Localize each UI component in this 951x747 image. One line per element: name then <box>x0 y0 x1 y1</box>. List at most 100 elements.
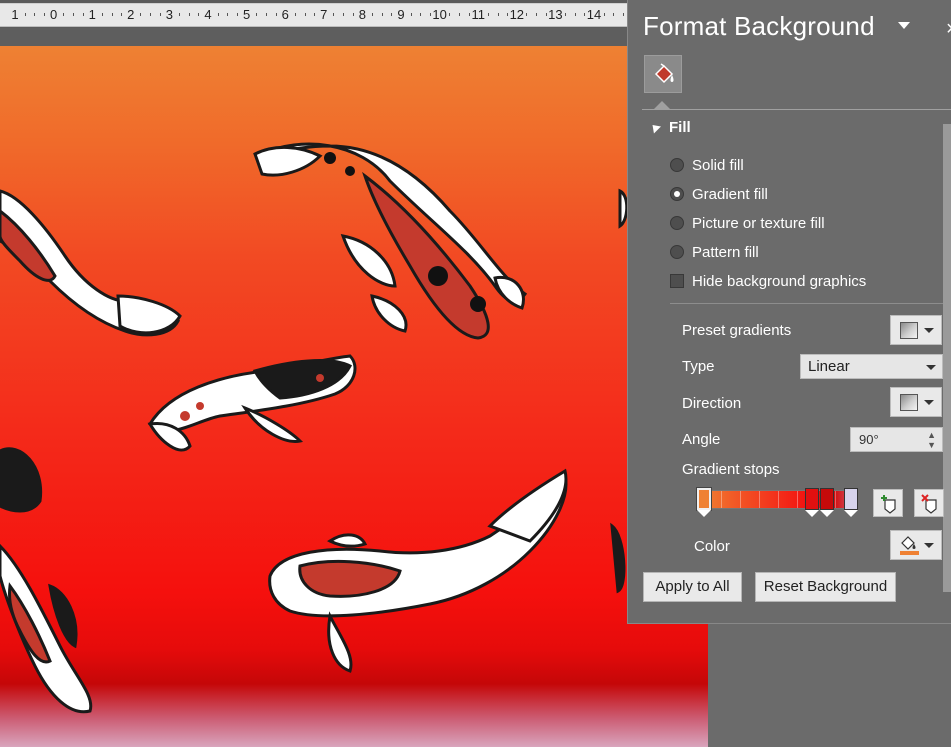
gradient-stop-color <box>820 488 834 510</box>
picture-fill-radio[interactable] <box>670 216 684 230</box>
ruler-tick <box>603 13 605 16</box>
gradient-stop-1[interactable] <box>696 487 712 518</box>
gradient-bar-segment <box>778 491 779 508</box>
ruler-tick <box>82 13 84 16</box>
direction-button[interactable] <box>890 387 942 417</box>
ruler-tick <box>526 13 528 16</box>
ruler-tick <box>343 13 345 16</box>
ruler-tick <box>217 13 219 16</box>
ruler-label: 1 <box>11 7 19 22</box>
ruler-label: 14 <box>586 7 602 22</box>
format-background-pane: Format Background × Fill Solid fill Grad… <box>627 0 951 624</box>
gradient-bar-segment <box>797 491 798 508</box>
fill-category-button[interactable] <box>644 55 682 93</box>
direction-label: Direction <box>682 395 742 412</box>
ruler-label: 13 <box>548 7 563 22</box>
gradient-stops-label: Gradient stops <box>682 461 780 478</box>
ruler-tick <box>391 13 393 16</box>
ruler-tick <box>275 13 277 16</box>
hide-background-checkbox[interactable] <box>670 274 684 288</box>
pane-title: Format Background <box>643 11 875 41</box>
koi-artwork <box>0 142 629 714</box>
ruler-tick <box>333 13 335 16</box>
add-stop-icon <box>881 495 896 514</box>
gradient-stop-pointer <box>805 510 819 517</box>
ruler-tick <box>34 13 36 16</box>
pane-scrollbar[interactable] <box>942 112 951 622</box>
direction-swatch-icon <box>900 394 918 411</box>
ruler-tick <box>294 13 296 16</box>
ruler-tick <box>63 13 65 16</box>
solid-fill-radio[interactable] <box>670 158 684 172</box>
gradient-stop-4[interactable] <box>844 488 858 518</box>
spin-down-icon[interactable]: ▼ <box>927 441 936 450</box>
ruler-tick <box>198 13 200 16</box>
ruler-tick <box>622 13 624 16</box>
ruler-tick <box>159 13 161 16</box>
ruler-tick <box>314 13 316 16</box>
ruler-tick <box>101 13 103 16</box>
gradient-stop-3[interactable] <box>820 488 834 518</box>
gradient-bar-segment <box>759 491 760 508</box>
ruler-tick <box>121 13 123 16</box>
canvas-gap <box>0 28 627 46</box>
slide-canvas[interactable] <box>0 46 708 747</box>
ruler-label: 0 <box>49 7 58 22</box>
ruler-tick <box>150 13 152 16</box>
preset-gradients-button[interactable] <box>890 315 942 345</box>
ruler-tick <box>458 13 460 16</box>
remove-gradient-stop-button[interactable] <box>914 489 944 517</box>
solid-fill-label: Solid fill <box>692 157 744 174</box>
remove-stop-icon <box>921 494 937 514</box>
apply-to-all-button[interactable]: Apply to All <box>643 572 742 602</box>
gradient-stop-pointer <box>697 510 711 517</box>
paint-bucket-color-icon <box>900 536 919 555</box>
gradient-stop-2[interactable] <box>805 488 819 518</box>
pane-options-dropdown-icon[interactable] <box>896 18 912 34</box>
koi-fish-bottom <box>268 468 568 673</box>
ruler-label: 3 <box>165 7 174 22</box>
pattern-fill-radio[interactable] <box>670 245 684 259</box>
fill-section-label: Fill <box>669 119 691 136</box>
koi-fish-top <box>253 142 528 340</box>
ruler-tick <box>227 13 229 16</box>
ruler-tick <box>565 13 567 16</box>
ruler-label: 2 <box>127 7 135 22</box>
ruler-tick <box>43 13 45 16</box>
gradient-stop-color <box>805 488 819 510</box>
ruler-tick <box>381 13 383 16</box>
collapse-triangle-icon <box>648 121 662 134</box>
tab-indicator <box>654 101 670 109</box>
color-picker-button[interactable] <box>890 530 942 560</box>
ruler-tick <box>410 13 412 16</box>
gradient-fill-radio[interactable] <box>670 187 684 201</box>
horizontal-ruler: 1 0 1 2 3 4 5 6 7 8 9 10 11 12 13 14 <box>0 0 627 28</box>
fill-section-header[interactable]: Fill <box>648 119 691 136</box>
spin-up-icon[interactable]: ▲ <box>927 431 936 440</box>
reset-background-button[interactable]: Reset Background <box>755 572 896 602</box>
gradient-stops-bar[interactable] <box>701 490 858 509</box>
gradient-stop-color <box>844 488 858 510</box>
ruler-label: 10 <box>432 7 447 22</box>
ruler-strip: 1 0 1 2 3 4 5 6 7 8 9 10 11 12 13 14 <box>0 3 627 27</box>
chevron-down-icon <box>924 543 934 548</box>
ruler-tick <box>111 13 113 16</box>
gradient-bar-segment <box>835 491 836 508</box>
koi-fish-right-edge <box>610 188 629 594</box>
scrollbar-thumb[interactable] <box>943 124 951 592</box>
type-label: Type <box>682 358 715 375</box>
ruler-tick <box>507 13 509 16</box>
paint-bucket-icon <box>654 63 674 84</box>
angle-spinner[interactable]: 90° ▲ ▼ <box>850 427 943 452</box>
gradient-swatch-icon <box>900 322 918 339</box>
angle-label: Angle <box>682 431 721 448</box>
type-select[interactable]: Linear <box>800 354 943 379</box>
add-gradient-stop-button[interactable] <box>873 489 903 517</box>
close-icon[interactable]: × <box>946 18 951 41</box>
chevron-down-icon <box>926 365 936 370</box>
current-color-swatch <box>900 551 919 555</box>
ruler-tick <box>265 13 267 16</box>
ruler-tick <box>304 13 306 16</box>
gradient-fill-label: Gradient fill <box>692 186 768 203</box>
options-separator <box>670 303 943 304</box>
